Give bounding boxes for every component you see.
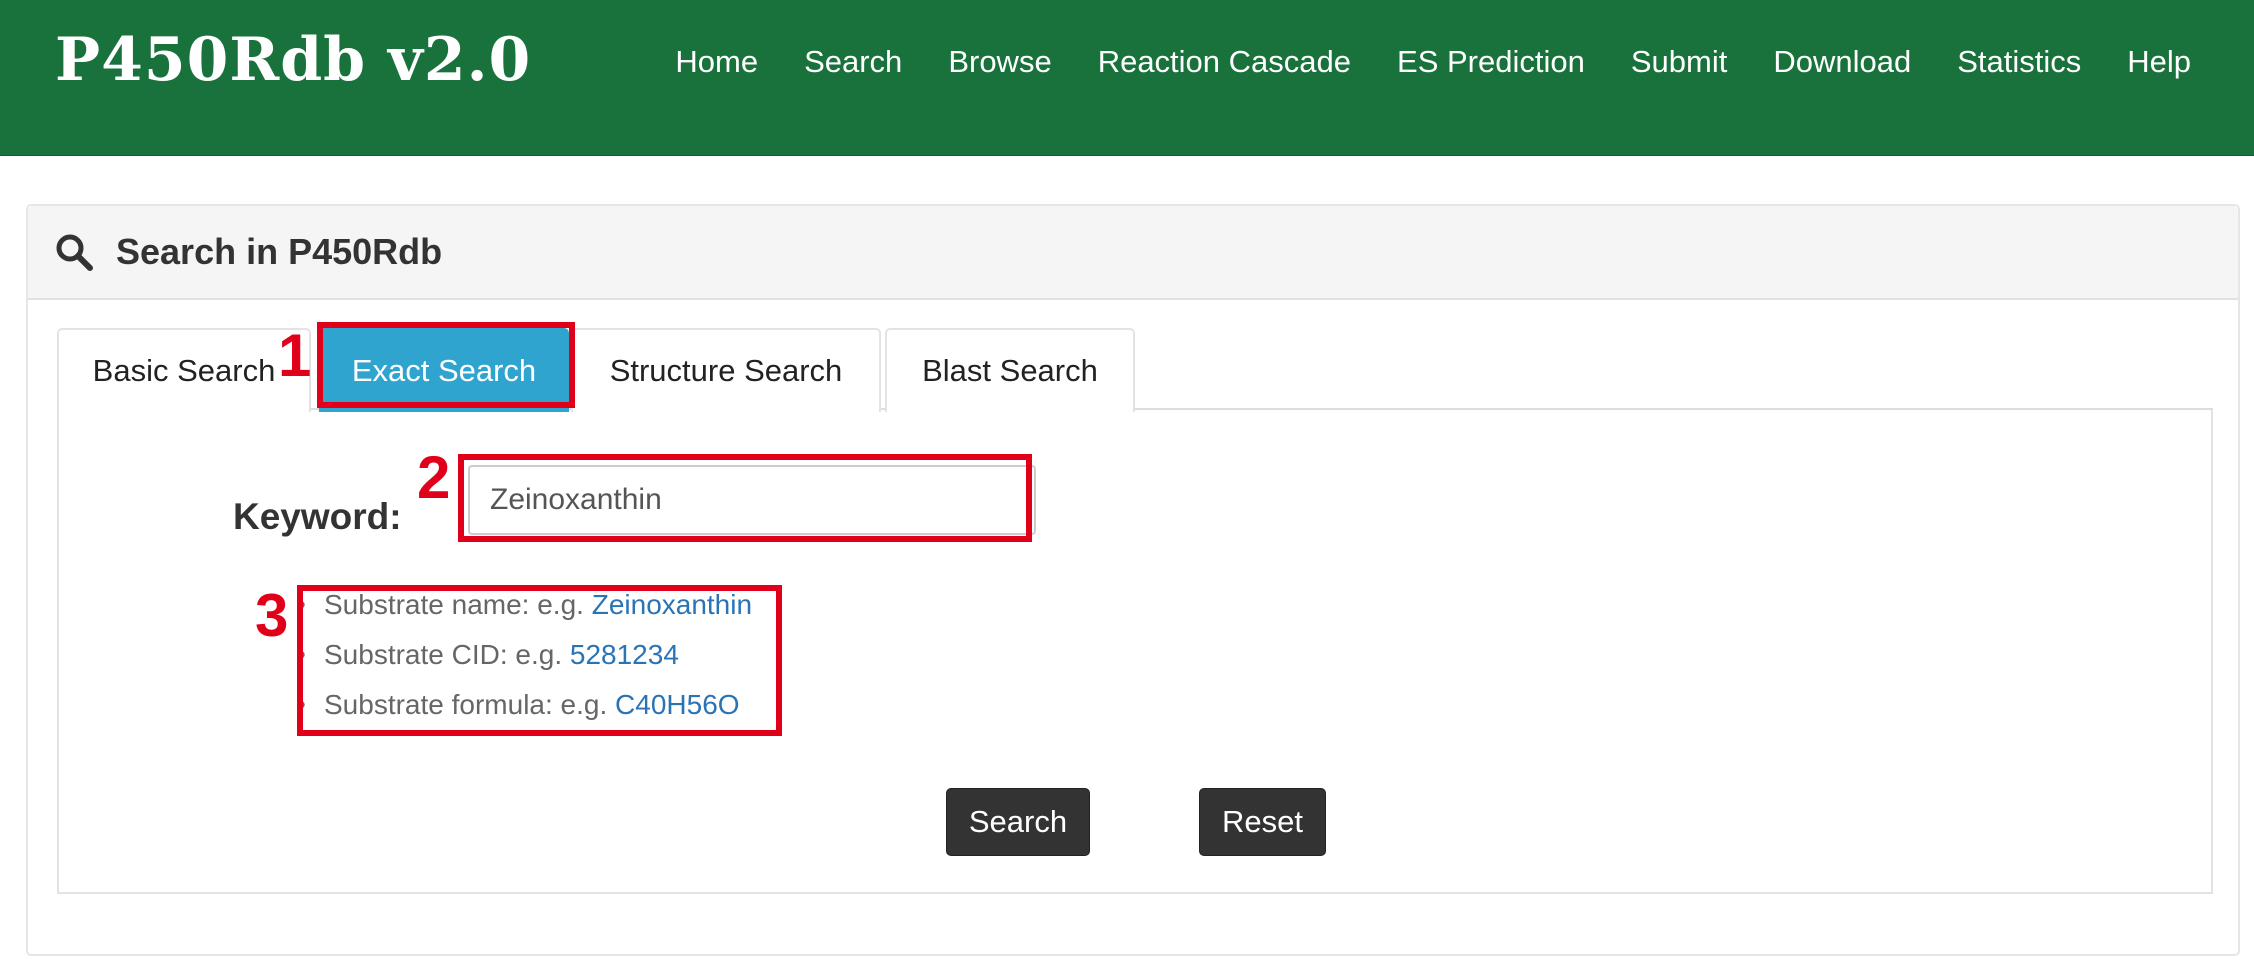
nav-home[interactable]: Home [652, 36, 781, 88]
reset-button[interactable]: Reset [1199, 788, 1326, 856]
annotation-box-exact-search-tab [317, 322, 575, 408]
search-button[interactable]: Search [946, 788, 1090, 856]
annotation-number-3: 3 [255, 582, 289, 649]
nav-search[interactable]: Search [781, 36, 925, 88]
nav-reaction-cascade[interactable]: Reaction Cascade [1075, 36, 1374, 88]
annotation-number-1: 1 [278, 322, 312, 389]
site-logo[interactable]: P450Rdb v2.0 [55, 20, 531, 100]
annotation-box-hints [297, 585, 782, 736]
keyword-label: Keyword: [233, 496, 402, 537]
top-navbar: P450Rdb v2.0 Home Search Browse Reaction… [0, 0, 2254, 156]
nav-submit[interactable]: Submit [1608, 36, 1750, 88]
search-icon [56, 234, 93, 271]
panel-heading: Search in P450Rdb [28, 206, 2238, 300]
tab-basic-search[interactable]: Basic Search [57, 328, 311, 412]
panel-title: Search in P450Rdb [116, 231, 443, 272]
main-nav: Home Search Browse Reaction Cascade ES P… [652, 36, 2214, 88]
tab-blast-search[interactable]: Blast Search [885, 328, 1135, 412]
annotation-box-keyword-input [458, 454, 1032, 542]
nav-es-prediction[interactable]: ES Prediction [1374, 36, 1608, 88]
nav-help[interactable]: Help [2104, 36, 2214, 88]
search-panel: Search in P450Rdb Basic Search Exact Sea… [26, 204, 2240, 956]
annotation-number-2: 2 [417, 444, 451, 511]
tab-structure-search[interactable]: Structure Search [571, 328, 881, 412]
nav-download[interactable]: Download [1750, 36, 1934, 88]
nav-browse[interactable]: Browse [925, 36, 1074, 88]
nav-statistics[interactable]: Statistics [1934, 36, 2104, 88]
